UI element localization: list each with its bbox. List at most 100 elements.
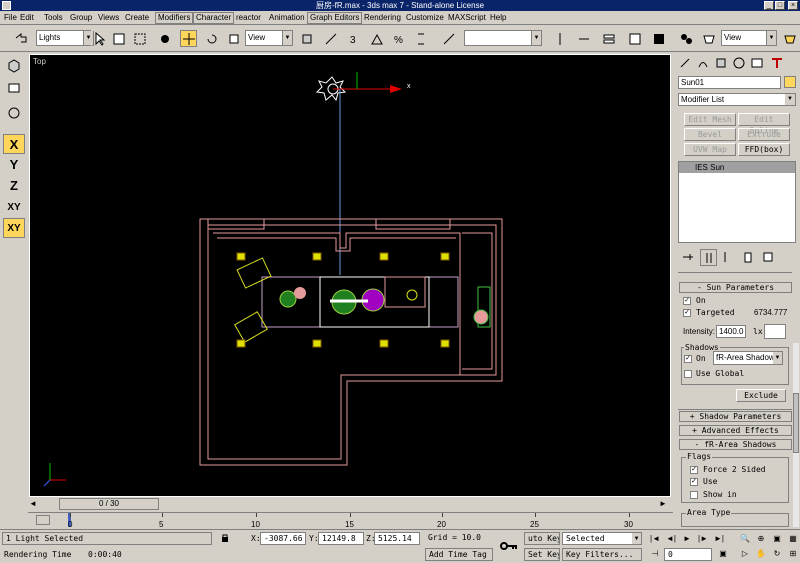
sun-color-swatch[interactable] (764, 324, 786, 339)
modify-tab-icon[interactable] (696, 56, 712, 72)
key-filters-button[interactable]: Key Filters... (562, 548, 642, 561)
material-editor-icon[interactable] (677, 30, 694, 47)
show-in-checkbox[interactable] (690, 491, 698, 499)
x-coord-field[interactable]: -3087.66 (260, 532, 306, 545)
modifier-stack-list[interactable]: IES Sun (678, 161, 796, 243)
schematic-view-icon[interactable] (650, 30, 667, 47)
top-viewport[interactable]: Top x (29, 54, 671, 497)
layer-manager-icon[interactable] (600, 30, 617, 47)
axis-z-button[interactable]: Z (3, 176, 25, 196)
exclude-button[interactable]: Exclude (736, 389, 786, 402)
named-selection-dropdown[interactable]: ▼ (464, 30, 542, 46)
render-type-dropdown[interactable]: View ▼ (721, 30, 777, 46)
angle-snap-icon[interactable] (368, 30, 385, 47)
percent-snap-icon[interactable]: % (390, 30, 407, 47)
menu-graph-editors[interactable]: Graph Editors (307, 12, 363, 24)
menu-animation[interactable]: Animation (268, 13, 306, 23)
display-tab-icon[interactable] (750, 56, 766, 72)
menu-help[interactable]: Help (489, 13, 507, 23)
command-panel-scrollbar[interactable] (793, 343, 799, 527)
menu-maxscript[interactable]: MAXScript (447, 13, 487, 23)
track-bar[interactable]: 0 5 10 15 20 25 30 (28, 512, 673, 529)
uvw-map-button[interactable]: UVW Map (684, 143, 736, 156)
pivot-icon[interactable] (298, 30, 315, 47)
axis-xy-plane-button[interactable]: XY (3, 218, 25, 238)
field-of-view-icon[interactable]: ▷ (738, 548, 752, 560)
window-crossing-icon[interactable] (156, 30, 173, 47)
key-mode-dropdown[interactable]: Selected ▼ (562, 532, 642, 545)
menu-group[interactable]: Group (69, 13, 93, 23)
pan-icon[interactable]: ✋ (754, 548, 768, 560)
key-mode-toggle-icon[interactable]: ⊣ (648, 548, 662, 560)
create-box-icon[interactable] (3, 58, 25, 78)
stack-item-ies-sun[interactable]: IES Sun (679, 162, 795, 173)
configure-sets-icon[interactable] (760, 249, 777, 266)
hierarchy-icon[interactable] (3, 80, 25, 100)
intensity-spinner[interactable]: 1400.0 (716, 325, 746, 338)
maximize-button[interactable]: □ (775, 1, 785, 10)
add-time-tag-button[interactable]: Add Time Tag (425, 548, 493, 561)
menu-create[interactable]: Create (124, 13, 150, 23)
menu-customize[interactable]: Customize (405, 13, 445, 23)
remove-modifier-icon[interactable] (740, 249, 757, 266)
advanced-effects-rollout[interactable]: + Advanced Effects (679, 425, 792, 436)
curve-editor-icon[interactable] (626, 30, 643, 47)
area-shadows-rollout[interactable]: - fR-Area Shadows (679, 439, 792, 450)
on-checkbox[interactable]: ✓ (683, 297, 691, 305)
menu-edit[interactable]: Edit (19, 13, 35, 23)
time-config-icon[interactable]: ▣ (716, 548, 730, 560)
use-checkbox[interactable]: ✓ (690, 478, 698, 486)
make-unique-icon[interactable] (720, 249, 737, 266)
select-by-name-icon[interactable] (110, 30, 127, 47)
menu-modifiers[interactable]: Modifiers (155, 12, 194, 24)
close-button[interactable]: × (788, 1, 798, 10)
menu-rendering[interactable]: Rendering (363, 13, 402, 23)
quick-render-icon[interactable] (781, 30, 798, 47)
selection-filter-dropdown[interactable]: Lights ▼ (36, 30, 94, 46)
edit-spline-button[interactable]: Edit Spline (738, 113, 790, 135)
set-key-button[interactable]: Set Key (524, 548, 560, 561)
goto-start-icon[interactable]: |◄ (648, 533, 662, 545)
edit-mesh-button[interactable]: Edit Mesh (684, 113, 736, 126)
mini-curve-editor-icon[interactable] (36, 515, 50, 525)
menu-tools[interactable]: Tools (43, 13, 64, 23)
play-icon[interactable]: ► (680, 533, 694, 545)
use-global-checkbox[interactable] (684, 370, 692, 378)
render-scene-icon[interactable] (700, 30, 717, 47)
arc-rotate-icon[interactable]: ↻ (770, 548, 784, 560)
object-color-swatch[interactable] (784, 76, 796, 88)
snap-icon[interactable]: 3 (346, 30, 363, 47)
key-icon[interactable] (500, 540, 518, 552)
link-icon[interactable] (3, 105, 25, 125)
zoom-all-icon[interactable]: ⊕ (754, 533, 768, 545)
motion-tab-icon[interactable] (732, 56, 748, 72)
ffd-box-button[interactable]: FFD(box) (738, 143, 790, 156)
show-end-result-icon[interactable] (700, 249, 717, 266)
menu-file[interactable]: File (3, 13, 18, 23)
reference-coord-dropdown[interactable]: View ▼ (245, 30, 293, 46)
goto-end-icon[interactable]: ►| (712, 533, 726, 545)
spinner-snap-icon[interactable] (412, 30, 429, 47)
axis-xy-button[interactable]: XY (3, 198, 25, 218)
edit-named-sel-icon[interactable] (440, 30, 457, 47)
shadow-parameters-rollout[interactable]: + Shadow Parameters (679, 411, 792, 422)
zoom-icon[interactable]: 🔍 (738, 533, 752, 545)
maximize-viewport-icon[interactable]: ⊞ (786, 548, 800, 560)
menu-views[interactable]: Views (97, 13, 120, 23)
scrollbar-thumb[interactable] (793, 393, 799, 453)
object-name-field[interactable]: Sun01 (678, 76, 781, 89)
sun-parameters-rollout[interactable]: - Sun Parameters (679, 282, 792, 293)
shadows-on-checkbox[interactable]: ✓ (684, 355, 692, 363)
rectangular-selection-icon[interactable] (131, 30, 148, 47)
utilities-tab-icon[interactable] (770, 56, 786, 72)
targeted-checkbox[interactable]: ✓ (683, 309, 691, 317)
hierarchy-tab-icon[interactable] (714, 56, 730, 72)
axis-y-button[interactable]: Y (3, 155, 25, 175)
shadow-type-dropdown[interactable]: fR-Area Shadow ▼ (713, 351, 783, 365)
force-2-sided-checkbox[interactable]: ✓ (690, 466, 698, 474)
create-tab-icon[interactable] (678, 56, 694, 72)
align-icon[interactable] (575, 30, 592, 47)
bevel-button[interactable]: Bevel (684, 128, 736, 141)
time-slider[interactable]: 0 / 30 (59, 498, 159, 510)
prev-key-icon[interactable]: ◄| (664, 533, 678, 545)
